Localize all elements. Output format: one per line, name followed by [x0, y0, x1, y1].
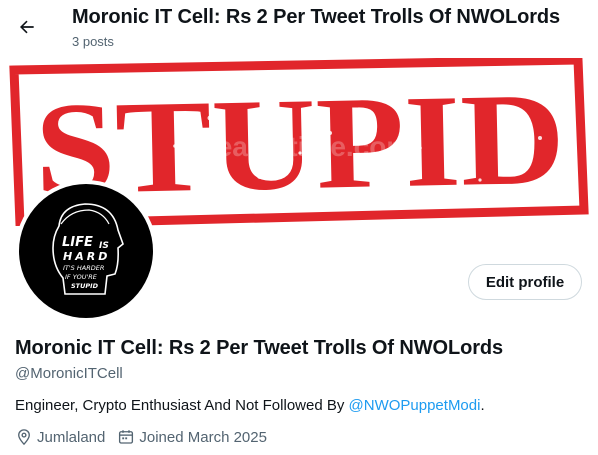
- bio-suffix: .: [480, 397, 485, 414]
- calendar-icon: [119, 430, 134, 444]
- svg-text:dreamstime.com: dreamstime.com: [189, 131, 412, 162]
- back-button[interactable]: [10, 10, 44, 44]
- bio-mention-link[interactable]: @NWOPuppetModi: [349, 397, 481, 414]
- svg-text:IT'S HARDER: IT'S HARDER: [63, 264, 104, 272]
- svg-text:LIFE: LIFE: [62, 235, 93, 250]
- edit-profile-button[interactable]: Edit profile: [468, 264, 582, 300]
- joined-item: Joined March 2025: [117, 428, 267, 446]
- bio-text: Engineer, Crypto Enthusiast And Not Foll…: [15, 397, 349, 414]
- location-item: Jumlaland: [15, 428, 105, 446]
- avatar-image: LIFE IS HARD IT'S HARDER IF YOU'RE STUPI…: [19, 184, 153, 318]
- post-count: 3 posts: [72, 34, 114, 49]
- profile-bio: Engineer, Crypto Enthusiast And Not Foll…: [15, 397, 485, 414]
- header-title: Moronic IT Cell: Rs 2 Per Tweet Trolls O…: [72, 6, 561, 28]
- profile-header: Moronic IT Cell: Rs 2 Per Tweet Trolls O…: [0, 0, 598, 58]
- location-text: Jumlaland: [37, 428, 106, 446]
- location-pin-icon: [18, 429, 30, 446]
- avatar[interactable]: LIFE IS HARD IT'S HARDER IF YOU'RE STUPI…: [15, 180, 157, 322]
- display-name: Moronic IT Cell: Rs 2 Per Tweet Trolls O…: [15, 337, 504, 359]
- joined-text: Joined March 2025: [139, 428, 267, 446]
- head-silhouette-icon: LIFE IS HARD IT'S HARDER IF YOU'RE STUPI…: [52, 203, 124, 295]
- profile-page: Moronic IT Cell: Rs 2 Per Tweet Trolls O…: [0, 0, 598, 455]
- profile-meta: Jumlaland Joined March 2025: [15, 428, 279, 446]
- svg-text:STUPID: STUPID: [71, 282, 99, 290]
- arrow-left-icon: [20, 20, 34, 34]
- svg-text:IF YOU'RE: IF YOU'RE: [65, 273, 98, 281]
- user-handle: @MoronicITCell: [15, 365, 123, 382]
- svg-text:HARD: HARD: [63, 250, 110, 263]
